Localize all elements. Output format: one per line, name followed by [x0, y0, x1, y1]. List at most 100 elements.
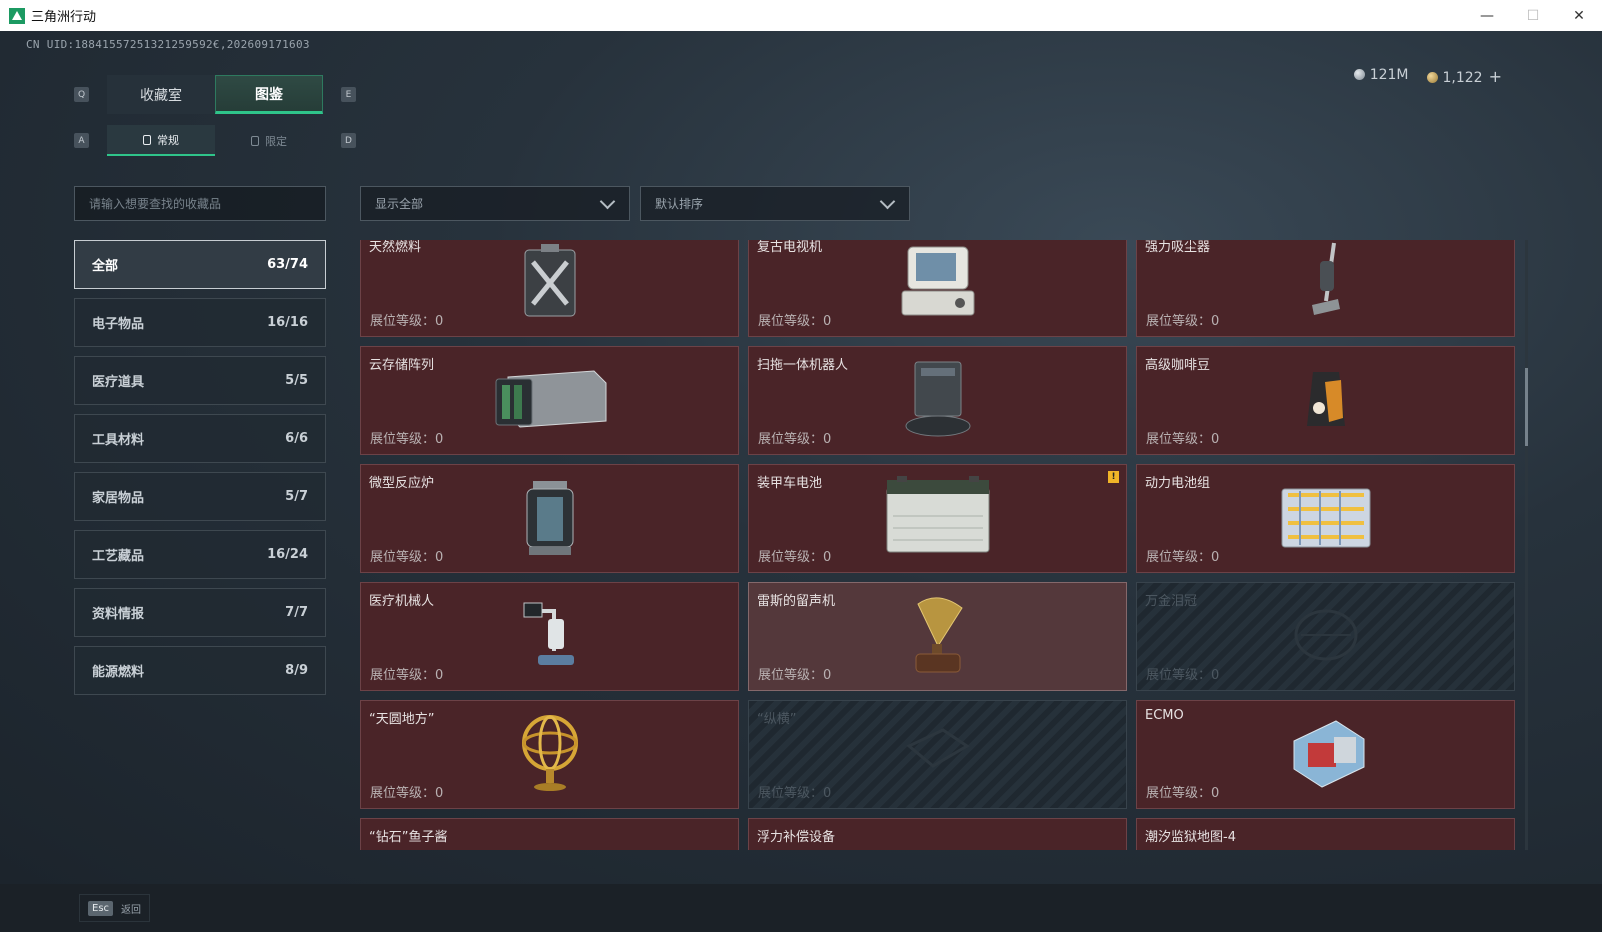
filter-dropdown[interactable]: 显示全部 — [360, 186, 630, 221]
filter-dropdown-value: 显示全部 — [375, 197, 424, 211]
chevron-down-icon — [599, 193, 616, 210]
item-card[interactable]: 复古电视机展位等级：0 — [748, 240, 1127, 337]
category-count: 7/7 — [285, 605, 308, 620]
item-card[interactable]: 浮力补偿设备 — [748, 818, 1127, 850]
window-title: 三角洲行动 — [31, 10, 97, 25]
item-card[interactable]: 微型反应炉 展位等级：0 — [360, 464, 739, 573]
category-count: 16/24 — [267, 547, 308, 562]
item-name: “纵横” — [757, 712, 797, 727]
item-card[interactable]: 动力电池组展位等级：0 — [1136, 464, 1515, 573]
back-button[interactable]: Esc 返回 — [79, 894, 151, 922]
back-label: 返回 — [121, 904, 142, 916]
item-level: 展位等级：0 — [758, 550, 832, 565]
item-name: 动力电池组 — [1145, 476, 1211, 491]
category-count: 16/16 — [267, 315, 308, 330]
minimize-button[interactable]: — — [1464, 0, 1510, 31]
item-name: 装甲车电池 — [757, 476, 823, 491]
item-card[interactable]: 高级咖啡豆展位等级：0 — [1136, 346, 1515, 455]
category-sidebar: 全部 63/74 电子物品 16/16 医疗道具 5/5 工具材料 6/6 家居物品 5/… — [74, 240, 326, 704]
battery-icon — [883, 475, 993, 562]
category-all[interactable]: 全部 63/74 — [74, 240, 326, 289]
item-card[interactable]: “天圆地方” 展位等级：0 — [360, 700, 739, 809]
window-controls: — ☐ ✕ — [1464, 0, 1602, 31]
medical-robot-icon — [520, 599, 580, 675]
gramophone-icon — [908, 594, 968, 680]
silver-amount: 121M — [1369, 67, 1409, 83]
category-label: 家居物品 — [92, 491, 145, 506]
item-name: 潮汐监狱地图-4 — [1145, 830, 1236, 845]
item-card[interactable]: 万金泪冠 展位等级：0 — [1136, 582, 1515, 691]
item-card[interactable]: 雷斯的留声机 展位等级：0 — [748, 582, 1127, 691]
item-level: 展位等级：0 — [370, 786, 444, 801]
item-card[interactable]: 天然燃料展位等级：0 — [360, 240, 739, 337]
grid-scrollbar[interactable] — [1525, 240, 1528, 850]
retro-computer-icon — [898, 243, 978, 323]
item-level: 展位等级：0 — [370, 432, 444, 447]
item-card[interactable]: 强力吸尘器 展位等级：0 — [1136, 240, 1515, 337]
item-level: 展位等级：0 — [370, 314, 444, 329]
item-level: 展位等级：0 — [1146, 550, 1220, 565]
item-name: 复古电视机 — [757, 240, 823, 255]
gold-amount: 1,122 — [1442, 70, 1483, 86]
category-tools[interactable]: 工具材料 6/6 — [74, 414, 326, 463]
gold-currency: 1,122 + — [1426, 67, 1502, 86]
sort-dropdown-value: 默认排序 — [655, 197, 704, 211]
chevron-down-icon — [879, 193, 896, 210]
item-name: 浮力补偿设备 — [757, 830, 836, 845]
key-hint-d: D — [341, 133, 356, 148]
item-card[interactable]: 医疗机械人 展位等级：0 — [360, 582, 739, 691]
coffee-bag-icon — [1303, 368, 1349, 434]
subtab-normal-label: 常规 — [157, 133, 179, 147]
sort-dropdown[interactable]: 默认排序 — [640, 186, 910, 221]
key-hint-q: Q — [74, 87, 89, 102]
item-card[interactable]: 潮汐监狱地图-4 — [1136, 818, 1515, 850]
category-count: 5/7 — [285, 489, 308, 504]
item-name: 雷斯的留声机 — [757, 594, 836, 609]
app-logo-icon — [9, 7, 25, 24]
search-input[interactable] — [74, 186, 326, 221]
item-card[interactable]: 云存储阵列 展位等级：0 — [360, 346, 739, 455]
item-name: 高级咖啡豆 — [1145, 358, 1211, 373]
category-count: 6/6 — [285, 431, 308, 446]
category-home[interactable]: 家居物品 5/7 — [74, 472, 326, 521]
category-intel[interactable]: 资料情报 7/7 — [74, 588, 326, 637]
category-medical[interactable]: 医疗道具 5/5 — [74, 356, 326, 405]
add-currency-button[interactable]: + — [1489, 67, 1502, 86]
close-button[interactable]: ✕ — [1556, 0, 1602, 31]
item-level: 展位等级：0 — [1146, 786, 1220, 801]
category-label: 工具材料 — [92, 433, 145, 448]
category-crafts[interactable]: 工艺藏品 16/24 — [74, 530, 326, 579]
category-label: 全部 — [92, 259, 119, 274]
tab-codex[interactable]: 图鉴 — [215, 75, 323, 114]
item-card[interactable]: 扫拖一体机器人 展位等级：0 — [748, 346, 1127, 455]
item-name: 天然燃料 — [369, 240, 422, 255]
item-card[interactable]: “钻石”鱼子酱 — [360, 818, 739, 850]
item-level: 展位等级：0 — [758, 432, 832, 447]
esc-key-hint: Esc — [88, 900, 114, 916]
item-level: 展位等级：0 — [1146, 432, 1220, 447]
item-level: 展位等级：0 — [758, 314, 832, 329]
item-card[interactable]: “纵横” 展位等级：0 — [748, 700, 1127, 809]
category-label: 医疗道具 — [92, 375, 145, 390]
category-count: 8/9 — [285, 663, 308, 678]
category-energy[interactable]: 能源燃料 8/9 — [74, 646, 326, 695]
category-electronics[interactable]: 电子物品 16/16 — [74, 298, 326, 347]
item-card[interactable]: 装甲车电池 展位等级：0! — [748, 464, 1127, 573]
subtab-limited-label: 限定 — [265, 134, 287, 148]
item-level: 展位等级：0 — [1146, 668, 1220, 683]
item-level: 展位等级：0 — [370, 550, 444, 565]
subtab-normal[interactable]: 常规 — [107, 125, 215, 156]
image-icon — [251, 135, 259, 146]
subtab-limited[interactable]: 限定 — [215, 125, 323, 156]
category-count: 5/5 — [285, 373, 308, 388]
uid-label: CN UID:18841557251321259592€,20260917160… — [26, 38, 310, 51]
key-hint-a: A — [74, 133, 89, 148]
scrollbar-thumb[interactable] — [1525, 368, 1528, 446]
vacuum-icon — [1306, 241, 1346, 325]
item-name: 医疗机械人 — [369, 594, 435, 609]
item-card[interactable]: ECMO 展位等级：0 — [1136, 700, 1515, 809]
maximize-button[interactable]: ☐ — [1510, 0, 1556, 31]
tab-collection[interactable]: 收藏室 — [107, 75, 215, 114]
key-hint-e: E — [341, 87, 356, 102]
category-label: 资料情报 — [92, 607, 145, 622]
